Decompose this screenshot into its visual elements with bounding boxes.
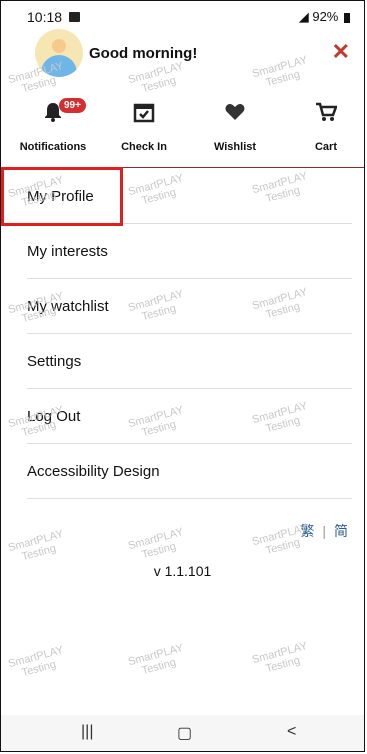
status-time: 10:18: [27, 9, 63, 25]
signal-icon: ◢: [298, 9, 309, 24]
menu-item-label: Settings: [27, 353, 82, 370]
lang-simplified-button[interactable]: 简: [334, 523, 348, 539]
close-icon[interactable]: ✕: [332, 41, 350, 63]
calendar-check-icon: [104, 101, 184, 123]
battery-level: 92%: [312, 9, 339, 24]
shortcut-label: Notifications: [19, 141, 87, 153]
watermark: SmartPLAY Testing: [250, 522, 309, 558]
lang-separator: |: [322, 523, 326, 539]
version-text: v 1.1.101: [153, 563, 212, 579]
watermark: SmartPLAY Testing: [6, 60, 65, 96]
menu-item-accessibility-design[interactable]: Accessibility Design: [27, 443, 352, 499]
shortcut-check-in[interactable]: Check In: [104, 101, 184, 153]
shortcut-cart[interactable]: Cart: [286, 101, 364, 153]
menu-item-label: Accessibility Design: [27, 463, 160, 480]
shortcut-label: Wishlist: [213, 141, 257, 153]
watermark: SmartPLAY Testing: [250, 54, 309, 90]
gallery-icon: [69, 12, 80, 22]
heart-icon: [195, 101, 275, 123]
battery-icon: [344, 12, 350, 23]
watermark: SmartPLAY Testing: [6, 644, 65, 680]
menu-item-settings[interactable]: Settings: [27, 333, 352, 389]
app-frame: 10:18 ◢ 92% Good morning! ✕ Notification…: [0, 0, 365, 752]
watermark: SmartPLAY Testing: [126, 642, 185, 678]
watermark: SmartPLAY Testing: [126, 526, 185, 562]
android-nav-bar: ||| ▢ <: [1, 715, 364, 751]
menu-item-label: My interests: [27, 243, 108, 260]
shortcut-label: Check In: [121, 141, 167, 153]
shortcut-wishlist[interactable]: Wishlist: [195, 101, 275, 153]
notification-badge: 99+: [59, 98, 86, 113]
home-icon[interactable]: ▢: [177, 723, 192, 743]
back-icon[interactable]: <: [287, 723, 296, 741]
menu-item-my-interests[interactable]: My interests: [27, 223, 352, 279]
recent-apps-icon[interactable]: |||: [81, 723, 93, 741]
status-indicators: ◢ 92%: [299, 9, 350, 25]
watermark: SmartPLAY Testing: [126, 60, 185, 96]
watermark: SmartPLAY Testing: [6, 528, 65, 564]
watermark: SmartPLAY Testing: [250, 640, 309, 676]
shortcut-label: Cart: [314, 141, 337, 153]
cart-icon: [286, 101, 364, 123]
